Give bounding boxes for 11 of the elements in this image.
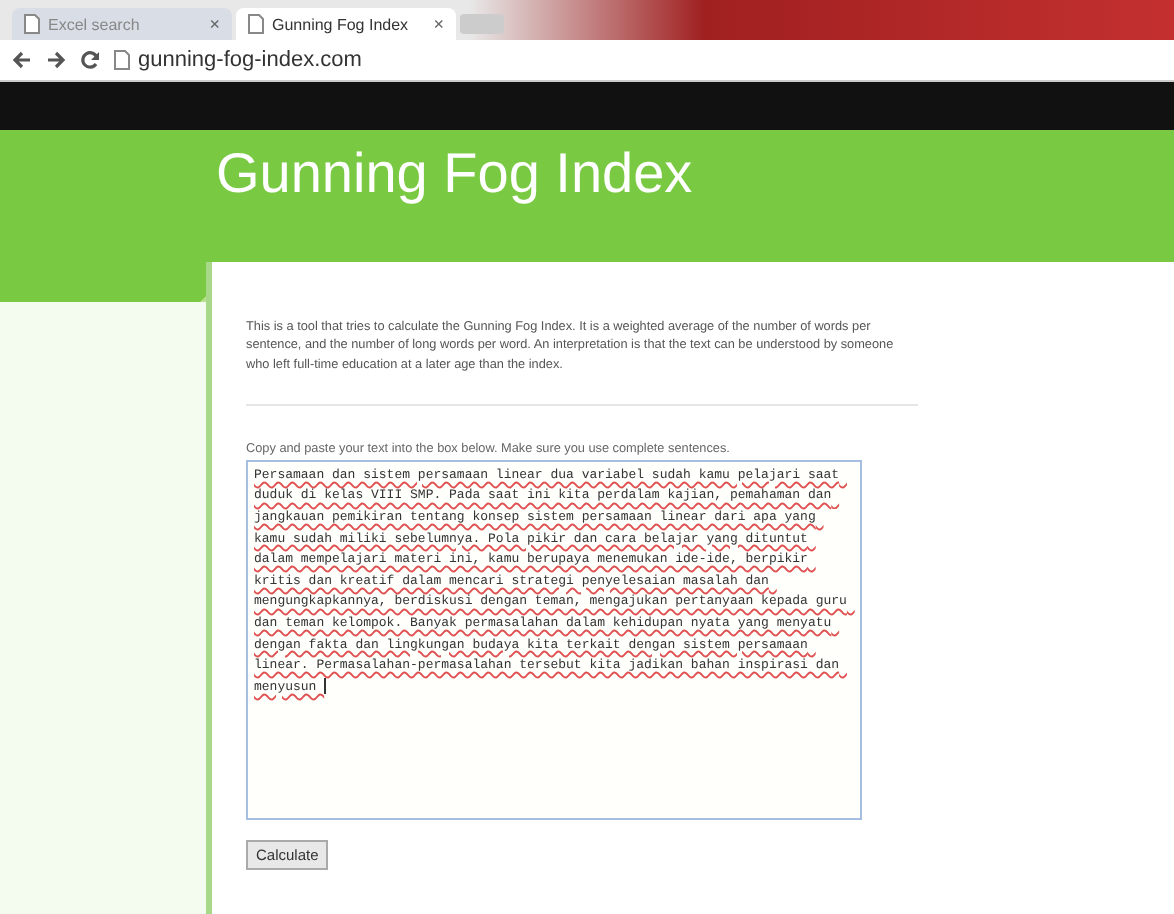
page-icon bbox=[248, 14, 264, 34]
browser-tab[interactable]: Gunning Fog Index × bbox=[236, 8, 456, 40]
reload-icon[interactable] bbox=[80, 50, 100, 70]
page-icon bbox=[24, 14, 40, 34]
close-icon[interactable]: × bbox=[433, 14, 444, 34]
page-icon bbox=[114, 50, 130, 70]
forward-icon[interactable] bbox=[46, 50, 66, 70]
back-icon[interactable] bbox=[12, 50, 32, 70]
browser-tab[interactable]: Excel search × bbox=[12, 8, 232, 40]
site-title: Gunning Fog Index bbox=[216, 142, 693, 206]
close-icon[interactable]: × bbox=[209, 14, 220, 34]
